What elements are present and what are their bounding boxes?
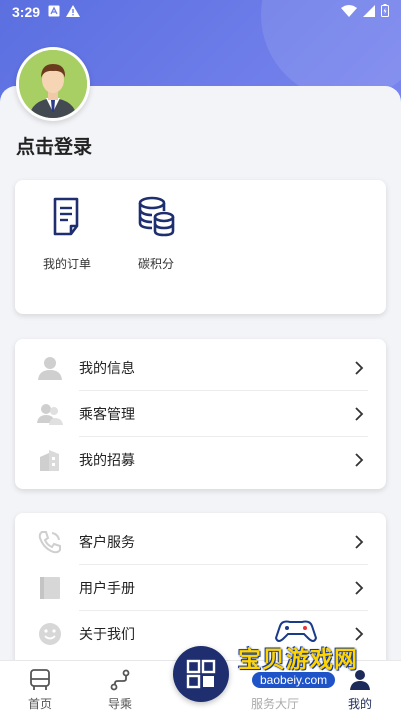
menu-group-personal: 我的信息 乘客管理 我的招募 — [15, 339, 386, 489]
chevron-right-icon — [355, 581, 364, 595]
menu-item-passengers[interactable]: 乘客管理 — [15, 391, 386, 437]
person-icon — [350, 670, 370, 690]
building-icon — [40, 450, 59, 471]
grid-icon — [186, 659, 216, 689]
phone-icon — [38, 531, 61, 554]
route-icon — [110, 669, 130, 691]
battery-icon — [381, 4, 389, 20]
notification-a-icon — [48, 4, 60, 20]
order-document-icon — [53, 197, 79, 236]
menu-item-label: 关于我们 — [79, 626, 135, 642]
nav-service-hall[interactable]: 服务大厅 — [245, 669, 305, 712]
wifi-icon — [341, 4, 357, 20]
nav-label: 首页 — [27, 697, 52, 711]
chevron-right-icon — [355, 407, 364, 421]
warning-icon — [66, 4, 81, 20]
quick-actions-card: 我的订单 碳积分 — [15, 180, 386, 314]
manual-icon — [40, 577, 60, 599]
nav-mine[interactable]: 我的 — [330, 669, 390, 712]
menu-item-customer-service[interactable]: 客户服务 — [15, 519, 386, 565]
menu-item-label: 用户手册 — [79, 580, 135, 596]
status-bar: 3:29 — [0, 0, 401, 24]
chevron-right-icon — [355, 627, 364, 641]
quick-action-carbon-points[interactable]: 碳积分 — [121, 196, 191, 272]
service-hall-button[interactable] — [173, 646, 229, 702]
status-time: 3:29 — [12, 4, 41, 20]
menu-item-user-manual[interactable]: 用户手册 — [15, 565, 386, 611]
quick-action-label: 我的订单 — [42, 257, 91, 271]
nav-guide[interactable]: 导乘 — [90, 669, 150, 712]
chevron-right-icon — [355, 361, 364, 375]
menu-item-label: 客户服务 — [79, 534, 135, 550]
login-prompt[interactable]: 点击登录 — [16, 132, 92, 159]
quick-action-label: 碳积分 — [137, 257, 174, 271]
quick-action-orders[interactable]: 我的订单 — [32, 196, 102, 272]
nav-home[interactable]: 首页 — [10, 669, 70, 712]
menu-item-my-recruitment[interactable]: 我的招募 — [15, 437, 386, 483]
smile-icon — [39, 623, 61, 645]
menu-item-label: 我的信息 — [79, 360, 135, 376]
bus-icon — [30, 669, 50, 690]
menu-item-my-info[interactable]: 我的信息 — [15, 345, 386, 391]
passengers-icon — [37, 404, 63, 425]
user-icon — [38, 357, 62, 380]
menu-item-label: 我的招募 — [79, 452, 135, 468]
coin-stack-icon — [138, 196, 175, 237]
nav-label: 导乘 — [107, 697, 132, 711]
menu-item-label: 乘客管理 — [79, 406, 135, 422]
avatar[interactable] — [16, 47, 90, 121]
chevron-right-icon — [355, 453, 364, 467]
nav-label: 服务大厅 — [250, 697, 299, 711]
signal-icon — [363, 4, 375, 20]
nav-label: 我的 — [347, 697, 372, 711]
chevron-right-icon — [355, 535, 364, 549]
